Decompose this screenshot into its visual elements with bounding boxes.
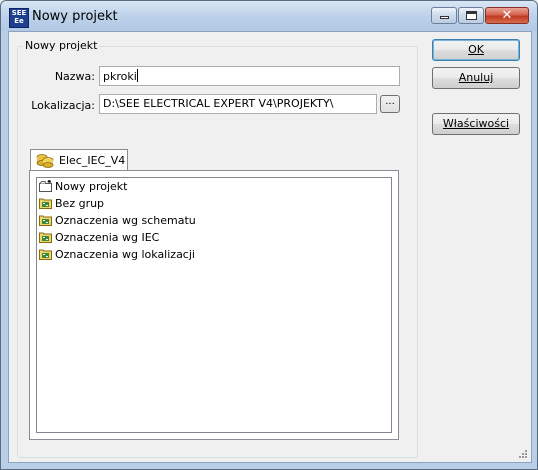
tree-item-label: Bez grup	[55, 197, 105, 210]
close-icon: ✕	[501, 8, 513, 23]
title-bar[interactable]: SEE Ee Nowy projekt ✕	[1, 1, 537, 31]
window-title: Nowy projekt	[32, 9, 118, 24]
group-folder-icon	[39, 215, 52, 226]
dialog-window: SEE Ee Nowy projekt ✕ Nowy projekt Nazwa…	[0, 0, 538, 470]
app-icon[interactable]: SEE Ee	[9, 8, 29, 28]
browse-button[interactable]: ...	[380, 95, 400, 113]
tree-item-label: Oznaczenia wg IEC	[55, 231, 160, 244]
group-folder-icon	[39, 249, 52, 260]
maximize-icon	[466, 11, 477, 20]
tab-label: Elec_IEC_V4	[59, 154, 126, 167]
cancel-button[interactable]: Anuluj	[432, 67, 520, 89]
database-icon	[36, 154, 54, 168]
caption-buttons: ✕	[430, 7, 529, 25]
app-icon-text-top: SEE	[11, 9, 27, 17]
tab-panel: Nowy projekt Bez grup Oznaczenia wg sche…	[29, 170, 399, 440]
name-label: Nazwa:	[54, 70, 95, 83]
ok-button-label: OK	[468, 43, 484, 56]
minimize-icon	[440, 16, 449, 19]
app-icon-text-bottom: Ee	[14, 17, 24, 25]
tree-item-label: Oznaczenia wg schematu	[55, 214, 196, 227]
location-label: Lokalizacja:	[31, 99, 95, 112]
group-legend: Nowy projekt	[23, 39, 100, 52]
text-caret	[136, 69, 138, 82]
cancel-button-label: Anuluj	[458, 71, 494, 84]
close-button[interactable]: ✕	[485, 7, 529, 24]
location-input[interactable]: D:\SEE ELECTRICAL EXPERT V4\PROJEKTY\	[99, 94, 377, 114]
properties-button[interactable]: Właściwości	[432, 113, 520, 135]
name-input-value: pkroki	[103, 70, 137, 83]
dialog-client-area: Nowy projekt Nazwa: pkroki Lokalizacja: …	[8, 31, 532, 463]
tab-elec-iec-v4[interactable]: Elec_IEC_V4	[30, 149, 128, 171]
tree-item-label: Oznaczenia wg lokalizacji	[55, 248, 195, 261]
resize-grip-icon[interactable]	[518, 449, 528, 459]
group-folder-icon	[39, 198, 52, 209]
maximize-button[interactable]	[458, 7, 484, 24]
group-folder-icon	[39, 232, 52, 243]
properties-button-label: Właściwości	[442, 117, 510, 130]
new-project-folder-icon	[39, 180, 52, 192]
tree-item-label: Nowy projekt	[55, 180, 128, 193]
name-input[interactable]: pkroki	[99, 66, 400, 86]
group-tree[interactable]: Nowy projekt Bez grup Oznaczenia wg sche…	[36, 177, 392, 433]
ok-button[interactable]: OK	[432, 39, 520, 61]
minimize-button[interactable]	[431, 7, 457, 24]
